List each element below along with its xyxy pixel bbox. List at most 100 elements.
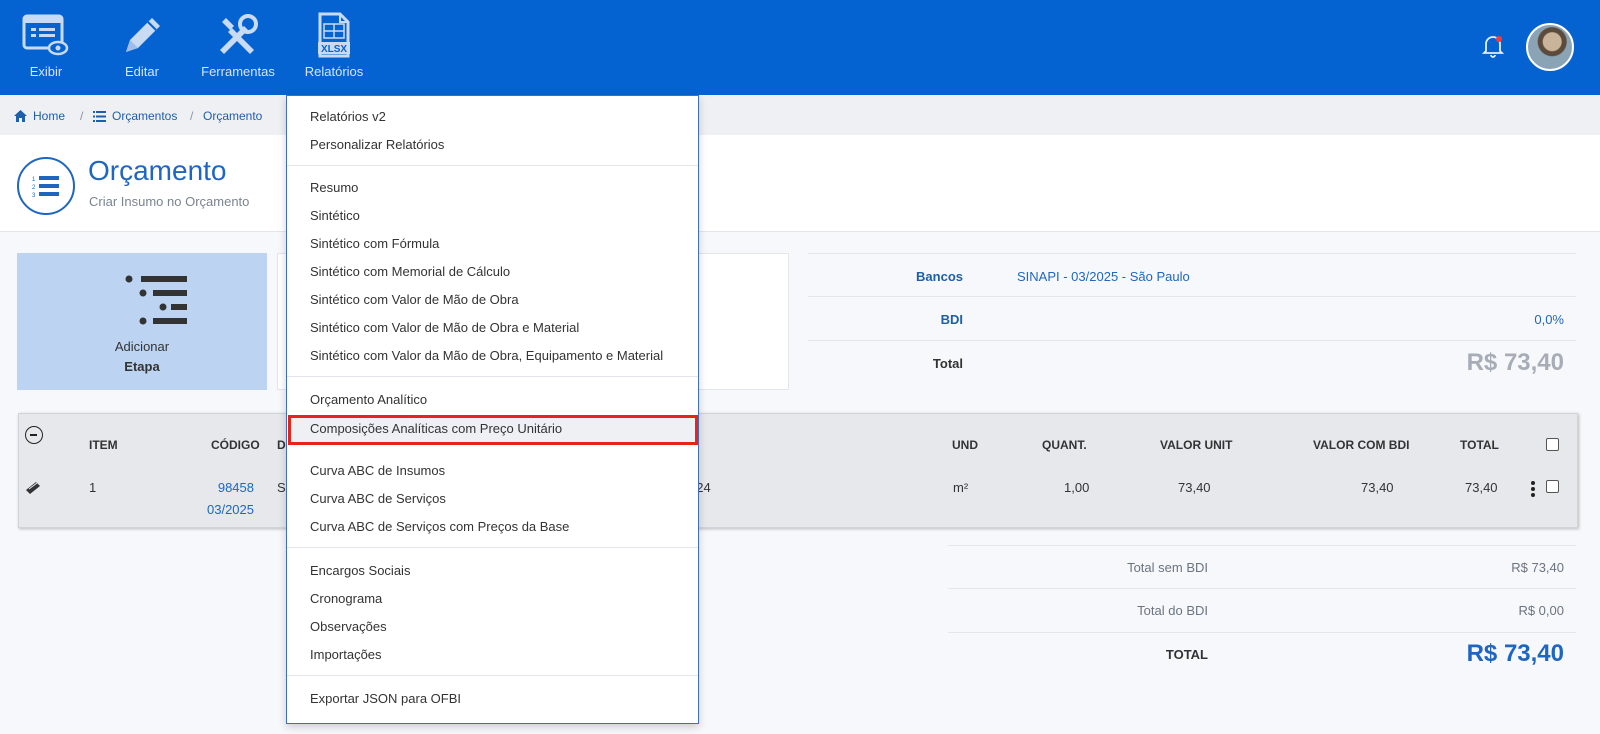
row-total: 73,40	[1465, 480, 1498, 495]
editar-label: Editar	[125, 64, 159, 79]
total-bdi-value: R$ 0,00	[1518, 603, 1564, 618]
menu-item-composicoes-analiticas[interactable]: Composições Analíticas com Preço Unitári…	[310, 421, 562, 436]
total-value: R$ 73,40	[1466, 349, 1564, 376]
menu-divider	[287, 675, 698, 676]
exibir-button[interactable]: Exibir	[4, 12, 88, 86]
menu-divider	[287, 376, 698, 377]
add-etapa-label-line1: Adicionar	[114, 339, 170, 354]
col-codigo: CÓDIGO	[211, 438, 260, 452]
col-item: ITEM	[89, 438, 118, 452]
composition-icon	[26, 482, 40, 494]
menu-item-encargos-sociais[interactable]: Encargos Sociais	[310, 563, 410, 578]
menu-item-sintetico[interactable]: Sintético	[310, 208, 360, 223]
bdi-label: BDI	[940, 312, 963, 327]
select-all-checkbox[interactable]	[1546, 438, 1559, 451]
ferramentas-label: Ferramentas	[201, 64, 275, 79]
add-etapa-label-line2: Etapa	[124, 359, 160, 374]
row-checkbox[interactable]	[1546, 480, 1559, 493]
col-descricao: D	[277, 438, 286, 452]
total-bdi-row: Total do BDI R$ 0,00	[948, 589, 1576, 633]
menu-item-sintetico-mao-obra-material[interactable]: Sintético com Valor de Mão de Obra e Mat…	[310, 320, 579, 335]
page-title: Orçamento	[88, 155, 227, 186]
page-header: 1 2 3 Orçamento Criar Insumo no Orçament…	[0, 135, 1600, 232]
grand-total-row: TOTAL R$ 73,40	[948, 633, 1576, 677]
menu-item-curva-abc-servicos[interactable]: Curva ABC de Serviços	[310, 491, 446, 506]
menu-item-observacoes[interactable]: Observações	[310, 619, 387, 634]
add-etapa-button[interactable]: Adicionar Etapa	[17, 253, 267, 390]
menu-item-sintetico-mao-obra-equipamento-material[interactable]: Sintético com Valor da Mão de Obra, Equi…	[310, 348, 663, 363]
menu-item-cronograma[interactable]: Cronograma	[310, 591, 382, 606]
row-options-icon[interactable]	[1530, 480, 1536, 498]
svg-text:2: 2	[32, 185, 36, 191]
page-subtitle: Criar Insumo no Orçamento	[89, 194, 250, 209]
bdi-value[interactable]: 0,0%	[1534, 312, 1564, 327]
breadcrumb: Home / Orçamentos / Orçamento	[0, 95, 1600, 135]
menu-item-resumo[interactable]: Resumo	[310, 180, 358, 195]
totals-panel: Total sem BDI R$ 73,40 Total do BDI R$ 0…	[948, 545, 1576, 677]
summary-bdi-row: BDI 0,0%	[808, 297, 1576, 341]
tools-icon	[220, 14, 258, 54]
menu-item-sintetico-formula[interactable]: Sintético com Fórmula	[310, 236, 439, 251]
svg-text:3: 3	[32, 193, 36, 198]
total-sem-bdi-value: R$ 73,40	[1511, 560, 1564, 575]
pencil-icon	[126, 18, 160, 52]
breadcrumb-home-label: Home	[33, 109, 66, 123]
user-avatar[interactable]	[1526, 23, 1574, 71]
col-und: UND	[952, 438, 978, 452]
breadcrumb-home[interactable]: Home	[14, 109, 65, 123]
bancos-label: Bancos	[916, 269, 963, 284]
hierarchy-list-icon	[125, 275, 187, 325]
total-bdi-label: Total do BDI	[1137, 603, 1208, 618]
row-descricao-start: S	[277, 480, 286, 495]
xlsx-badge: XLSX	[321, 44, 347, 55]
summary-bancos-row: Bancos SINAPI - 03/2025 - São Paulo	[808, 253, 1576, 297]
xlsx-file-icon: XLSX	[318, 12, 350, 58]
menu-item-sintetico-mao-obra[interactable]: Sintético com Valor de Mão de Obra	[310, 292, 519, 307]
ferramentas-button[interactable]: Ferramentas	[196, 12, 280, 86]
row-valor-unit: 73,40	[1178, 480, 1211, 495]
home-icon	[14, 110, 27, 122]
col-quant: QUANT.	[1042, 438, 1087, 452]
relatorios-dropdown-menu: Relatórios v2 Personalizar Relatórios Re…	[286, 95, 699, 724]
view-list-icon	[22, 14, 69, 56]
menu-item-curva-abc-insumos[interactable]: Curva ABC de Insumos	[310, 463, 445, 478]
breadcrumb-orcamento[interactable]: Orçamento	[203, 109, 262, 123]
row-quant: 1,00	[1064, 480, 1090, 495]
breadcrumb-separator: /	[80, 109, 84, 123]
list-icon	[93, 110, 106, 122]
numbered-list-icon: 1 2 3	[17, 157, 75, 215]
grand-total-label: TOTAL	[1165, 647, 1208, 662]
summary-total-row: Total R$ 73,40	[808, 341, 1576, 385]
notification-bell-icon[interactable]	[1482, 34, 1504, 58]
col-total: TOTAL	[1460, 438, 1499, 452]
menu-item-sintetico-memorial[interactable]: Sintético com Memorial de Cálculo	[310, 264, 510, 279]
menu-divider	[287, 547, 698, 548]
exibir-label: Exibir	[29, 64, 63, 79]
total-sem-bdi-label: Total sem BDI	[1127, 560, 1208, 575]
row-codigo[interactable]: 98458	[209, 480, 254, 495]
breadcrumb-orcamentos[interactable]: Orçamentos	[93, 109, 177, 123]
menu-item-personalizar-relatorios[interactable]: Personalizar Relatórios	[310, 137, 444, 152]
row-data-base[interactable]: 03/2025	[203, 502, 254, 517]
row-item: 1	[89, 480, 97, 495]
budget-table: ITEM CÓDIGO D UND QUANT. VALOR UNIT VALO…	[18, 413, 1578, 528]
top-toolbar: Exibir Editar Ferramentas XLSX Relatório…	[0, 0, 1600, 95]
menu-item-importacoes[interactable]: Importações	[310, 647, 382, 662]
breadcrumb-separator: /	[190, 109, 194, 123]
row-valor-bdi: 73,40	[1361, 480, 1394, 495]
relatorios-label: Relatórios	[304, 64, 364, 79]
bancos-value[interactable]: SINAPI - 03/2025 - São Paulo	[1017, 269, 1190, 284]
total-label: Total	[932, 356, 963, 371]
menu-item-orcamento-analitico[interactable]: Orçamento Analítico	[310, 392, 427, 407]
budget-summary: Bancos SINAPI - 03/2025 - São Paulo BDI …	[808, 253, 1576, 385]
collapse-all-icon[interactable]	[25, 426, 43, 444]
menu-item-relatorios-v2[interactable]: Relatórios v2	[310, 109, 386, 124]
relatorios-button[interactable]: XLSX Relatórios	[292, 12, 376, 86]
col-valor-bdi: VALOR COM BDI	[1313, 438, 1410, 452]
breadcrumb-orcamento-label: Orçamento	[203, 109, 263, 123]
breadcrumb-orcamentos-label: Orçamentos	[112, 109, 178, 123]
row-und: m²	[953, 480, 969, 495]
menu-item-curva-abc-servicos-precos-base[interactable]: Curva ABC de Serviços com Preços da Base	[310, 519, 569, 534]
menu-item-exportar-json-ofbi[interactable]: Exportar JSON para OFBI	[310, 691, 461, 706]
editar-button[interactable]: Editar	[100, 12, 184, 86]
